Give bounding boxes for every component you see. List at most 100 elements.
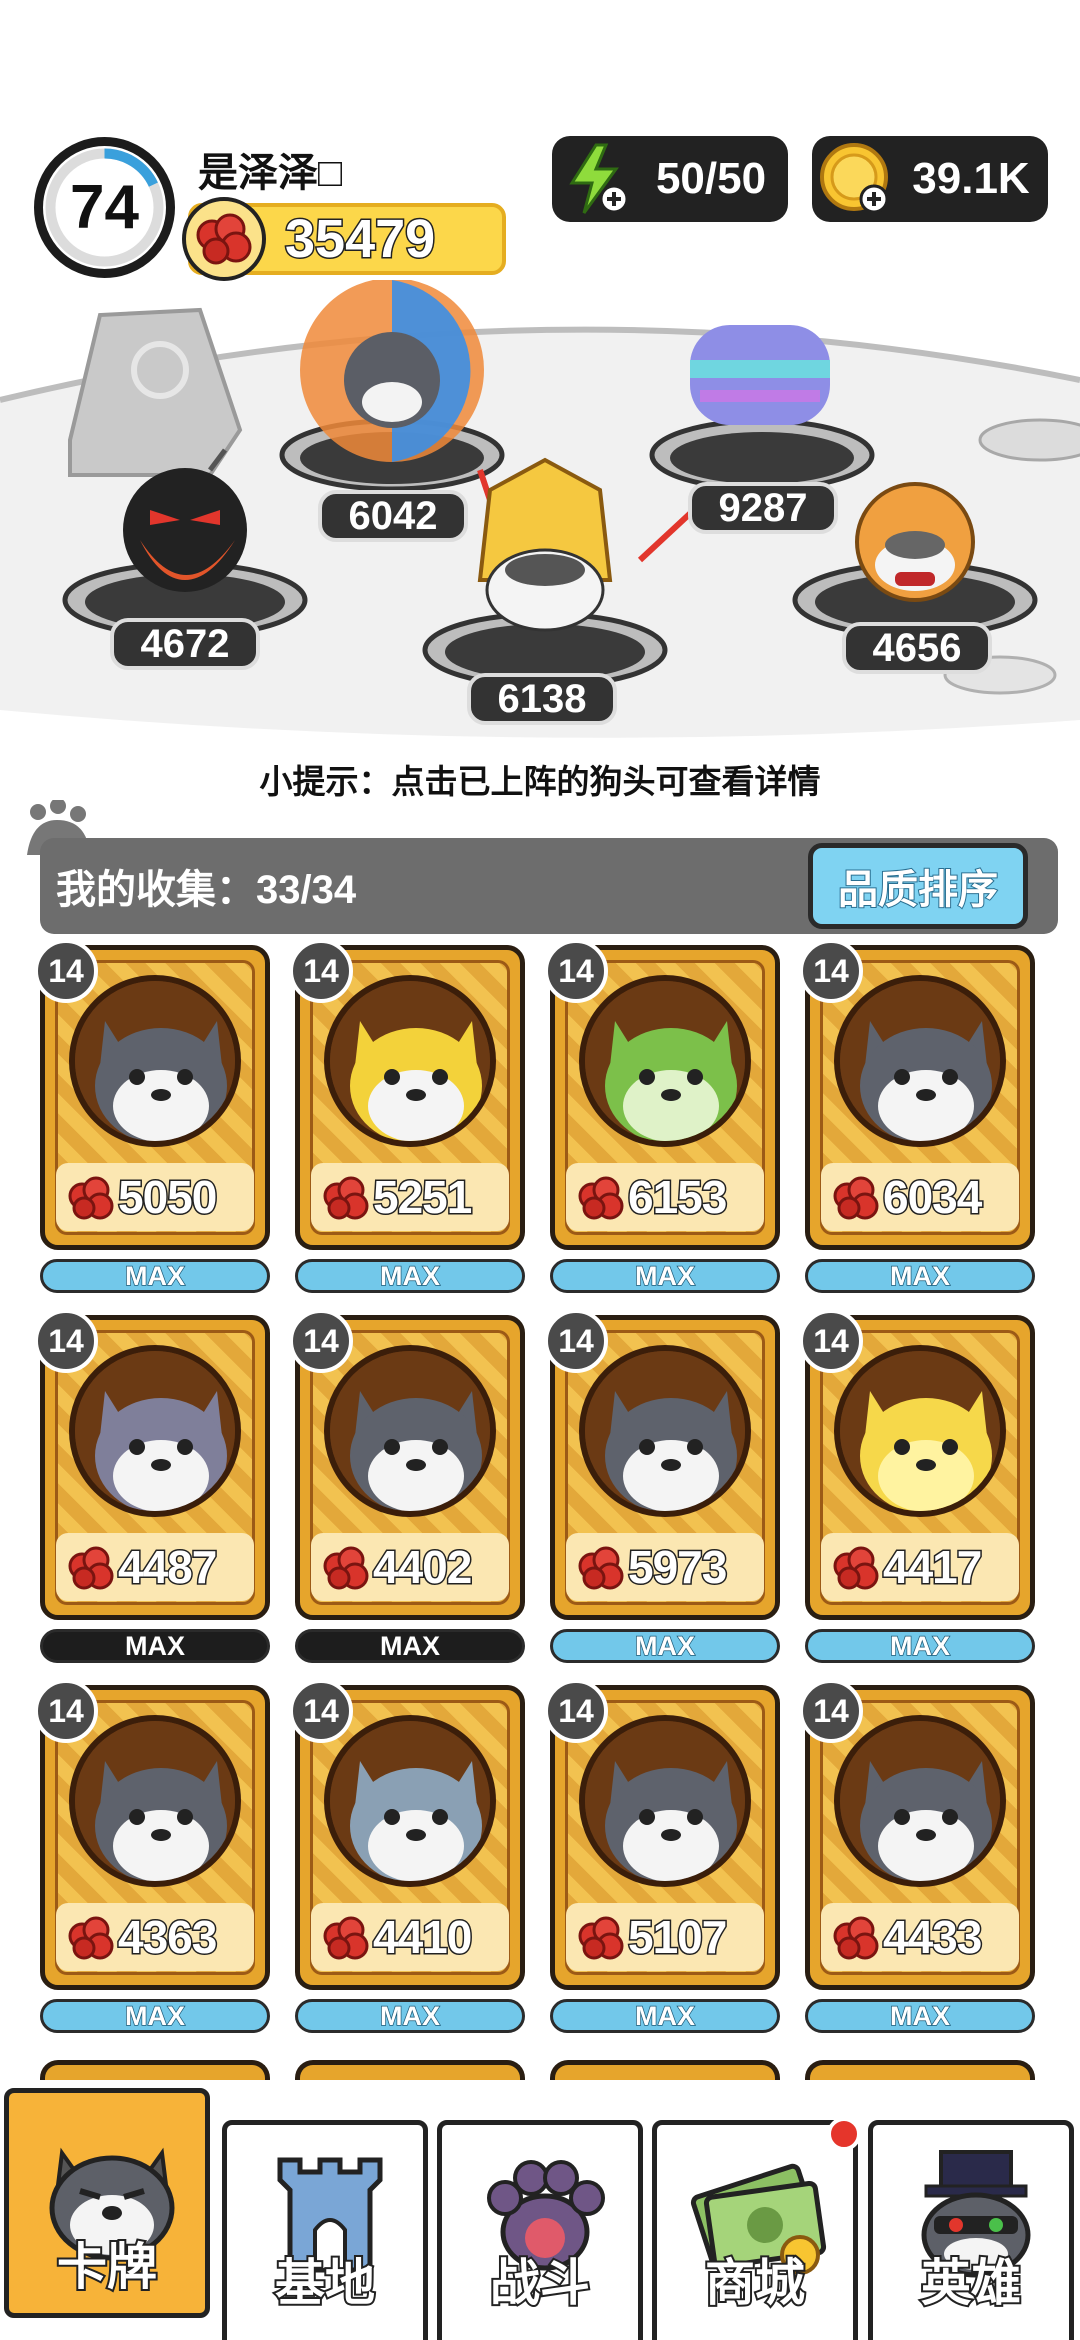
energy-bolt-icon: [569, 143, 629, 214]
card-power-value: 5251: [372, 1170, 474, 1225]
shop-notification-dot: [827, 2117, 861, 2151]
card-level-badge: 14: [34, 1679, 98, 1743]
coins-pill[interactable]: 39.1K: [812, 136, 1048, 222]
card-power-value: 4417: [882, 1540, 984, 1595]
tab-label: 商城: [703, 2253, 807, 2313]
card-level-badge: 14: [544, 1679, 608, 1743]
card-power-value: 5973: [627, 1540, 729, 1595]
lineup-score-tag: 4672: [110, 618, 260, 670]
tab-cards[interactable]: 卡牌: [4, 2088, 210, 2318]
dog-card[interactable]: 14 4417 MAX: [799, 1309, 1035, 1663]
dog-card[interactable]: 14 4487 MAX: [34, 1309, 270, 1663]
dog-portrait: [579, 975, 751, 1147]
card-level-badge: 14: [799, 939, 863, 1003]
max-level-bar: MAX: [295, 1629, 525, 1663]
card-level-badge: 14: [34, 939, 98, 1003]
power-fist-icon: [833, 1916, 879, 1960]
lineup-score-tag: 4656: [842, 622, 992, 674]
power-fist-icon: [323, 1546, 369, 1590]
dog-card[interactable]: 14 4363 MAX: [34, 1679, 270, 2033]
dog-card[interactable]: 14 6153 MAX: [544, 939, 780, 1293]
card-power-value: 5107: [627, 1910, 729, 1965]
power-fist-icon: [578, 1546, 624, 1590]
golden-helmet-dog[interactable]: [477, 457, 613, 632]
tab-label: 英雄: [919, 2253, 1023, 2313]
max-level-bar: MAX: [805, 1259, 1035, 1293]
card-power-value: 6153: [627, 1170, 729, 1225]
lineup-score-tag: 9287: [688, 482, 838, 534]
card-power-value: 4433: [882, 1910, 984, 1965]
dog-portrait: [579, 1345, 751, 1517]
energy-pill[interactable]: 50/50: [552, 136, 788, 222]
dog-portrait: [69, 1715, 241, 1887]
bottom-nav: 卡牌 基地 战斗 商城 英雄: [0, 2080, 1080, 2340]
lineup-score-tag: 6138: [467, 673, 617, 725]
max-level-bar: MAX: [40, 1999, 270, 2033]
power-fist-icon: [68, 1916, 114, 1960]
max-level-bar: MAX: [295, 1999, 525, 2033]
energy-value: 50/50: [655, 154, 767, 203]
max-level-bar: MAX: [805, 1999, 1035, 2033]
card-level-badge: 14: [289, 939, 353, 1003]
power-fist-icon: [182, 197, 266, 281]
dog-portrait: [834, 975, 1006, 1147]
dog-card[interactable]: 14 5251 MAX: [289, 939, 525, 1293]
power-fist-icon: [68, 1176, 114, 1220]
power-fist-icon: [578, 1916, 624, 1960]
dog-portrait: [834, 1345, 1006, 1517]
dog-card[interactable]: 14 5050 MAX: [34, 939, 270, 1293]
dog-card[interactable]: 14 6034 MAX: [799, 939, 1035, 1293]
card-power-value: 6034: [882, 1170, 984, 1225]
tab-battle[interactable]: 战斗: [437, 2120, 643, 2340]
tab-base[interactable]: 基地: [222, 2120, 428, 2340]
card-level-badge: 14: [544, 1309, 608, 1373]
max-level-bar: MAX: [805, 1629, 1035, 1663]
dog-portrait: [324, 1715, 496, 1887]
hint-text: 小提示：点击已上阵的狗头可查看详情: [259, 763, 821, 800]
collection-count: 我的收集：33/34: [56, 868, 357, 912]
card-power-value: 4402: [372, 1540, 474, 1595]
max-level-bar: MAX: [550, 1999, 780, 2033]
card-power-value: 5050: [117, 1170, 219, 1225]
max-level-bar: MAX: [40, 1629, 270, 1663]
dog-card[interactable]: 14 4402 MAX: [289, 1309, 525, 1663]
quality-sort-button[interactable]: 品质排序: [808, 843, 1028, 929]
power-fist-icon: [323, 1176, 369, 1220]
power-fist-icon: [68, 1546, 114, 1590]
lineup-score-tag: 6042: [318, 490, 468, 542]
card-power-value: 4487: [117, 1540, 219, 1595]
player-name: 是泽泽□: [198, 151, 343, 195]
card-level-badge: 14: [799, 1309, 863, 1373]
dog-portrait: [69, 975, 241, 1147]
max-level-bar: MAX: [550, 1259, 780, 1293]
dog-portrait: [579, 1715, 751, 1887]
card-level-badge: 14: [289, 1679, 353, 1743]
card-level-badge: 14: [289, 1309, 353, 1373]
dog-card[interactable]: 14 4410 MAX: [289, 1679, 525, 2033]
card-power-value: 4410: [372, 1910, 474, 1965]
coins-value: 39.1K: [912, 154, 1030, 203]
card-level-badge: 14: [799, 1679, 863, 1743]
glitch-dog[interactable]: [690, 325, 830, 425]
player-level: 74: [70, 173, 139, 242]
dog-card[interactable]: 14 4433 MAX: [799, 1679, 1035, 2033]
tiger-hood-dog[interactable]: [855, 482, 975, 602]
power-fist-icon: [323, 1916, 369, 1960]
tab-shop[interactable]: 商城: [652, 2117, 861, 2340]
tab-hero[interactable]: 英雄: [868, 2120, 1074, 2340]
dog-portrait: [324, 1345, 496, 1517]
max-level-bar: MAX: [550, 1629, 780, 1663]
dog-card[interactable]: 14 5973 MAX: [544, 1309, 780, 1663]
card-level-badge: 14: [544, 939, 608, 1003]
max-level-bar: MAX: [40, 1259, 270, 1293]
lineup-arena: 6042 9287 4672 6138 4656: [0, 278, 1080, 740]
card-power-value: 4363: [117, 1910, 219, 1965]
tab-label: 基地: [273, 2253, 377, 2313]
power-fist-icon: [833, 1546, 879, 1590]
tab-label: 战斗: [488, 2253, 592, 2313]
fire-ice-dog[interactable]: [300, 278, 484, 462]
card-level-badge: 14: [34, 1309, 98, 1373]
power-fist-icon: [578, 1176, 624, 1220]
dog-portrait: [834, 1715, 1006, 1887]
dog-card[interactable]: 14 5107 MAX: [544, 1679, 780, 2033]
